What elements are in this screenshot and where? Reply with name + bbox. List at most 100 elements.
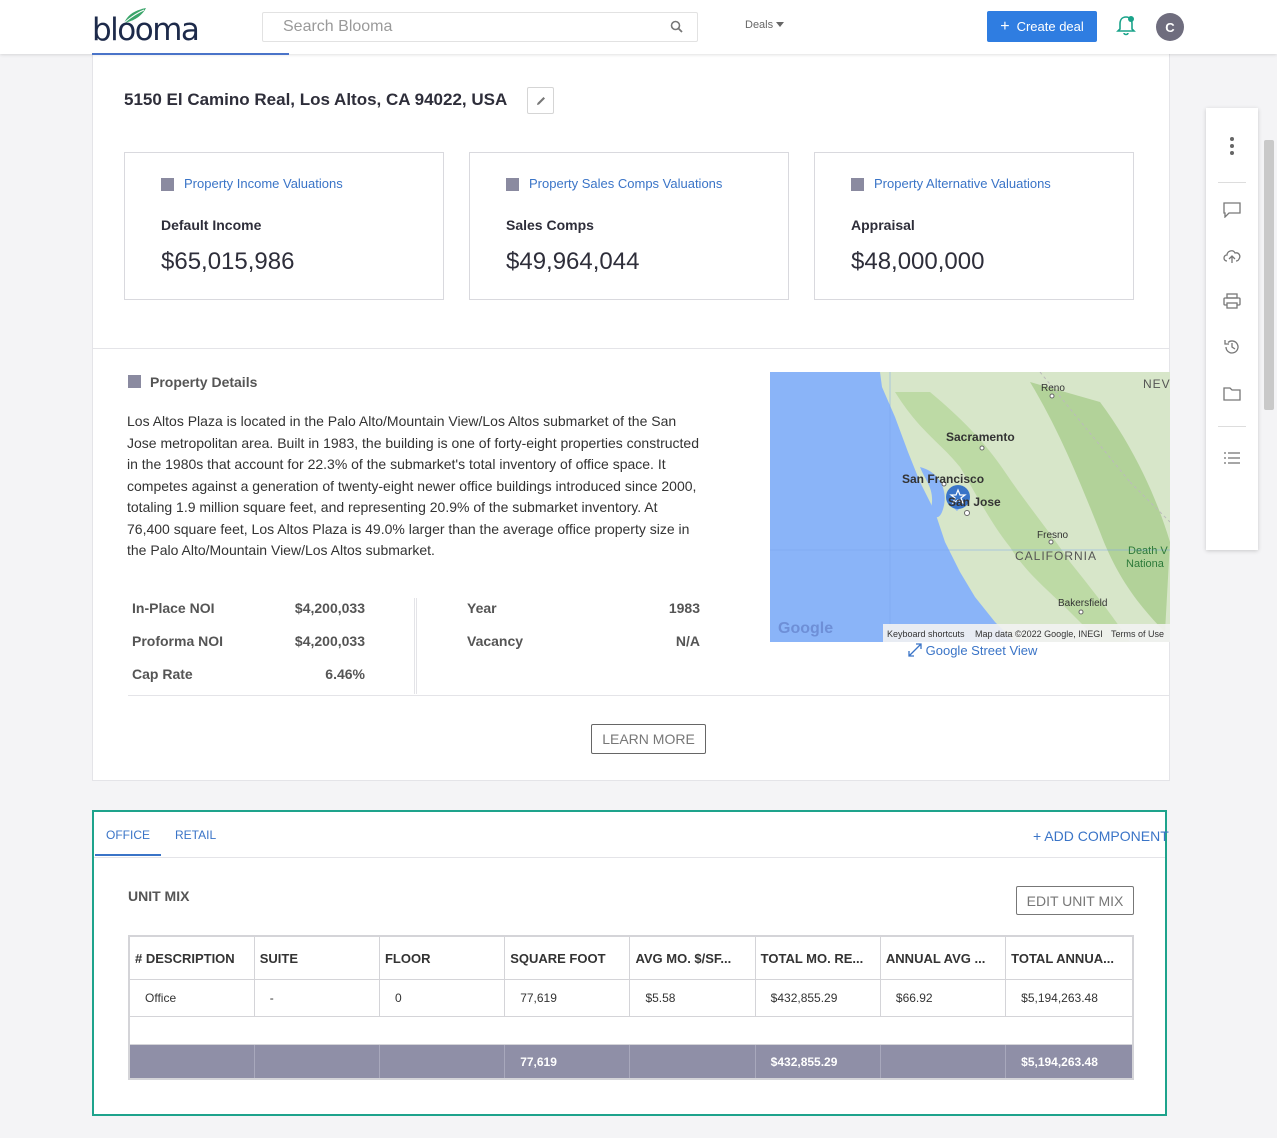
list-icon[interactable]	[1221, 447, 1243, 469]
column-header[interactable]: SQUARE FOOT	[504, 936, 631, 980]
print-icon[interactable]	[1221, 290, 1243, 312]
pencil-icon	[536, 96, 545, 105]
map-label-california: CALIFORNIA	[1015, 549, 1098, 563]
keyboard-shortcuts-link[interactable]: Keyboard shortcuts	[887, 629, 965, 639]
create-deal-label: Create deal	[1016, 19, 1084, 34]
logo-wordmark: blooma	[92, 12, 200, 48]
map-label-san-jose: San Jose	[948, 495, 1001, 509]
column-header[interactable]: FLOOR	[379, 936, 506, 980]
sales-comps-valuation-card: Property Sales Comps Valuations Sales Co…	[469, 152, 789, 300]
map-label-death-valley-2: Nationa	[1126, 558, 1164, 570]
blooma-logo[interactable]: blooma	[92, 6, 200, 48]
valuation-label: Sales Comps	[506, 217, 594, 233]
table-cell: $5,194,263.48	[1005, 979, 1134, 1017]
tabs-divider	[94, 857, 1165, 858]
stats-bottom-divider	[128, 695, 1170, 696]
stat-value: $4,200,033	[294, 600, 365, 616]
table-cell: Office	[129, 979, 255, 1017]
table-empty-cell	[129, 1016, 1133, 1045]
column-header[interactable]: TOTAL MO. RE...	[755, 936, 881, 980]
folder-icon[interactable]	[1221, 382, 1243, 404]
income-valuation-card: Property Income Valuations Default Incom…	[124, 152, 444, 300]
terms-of-use-link[interactable]: Terms of Use	[1111, 629, 1164, 639]
stat-value: 6.46%	[325, 666, 365, 682]
valuation-label: Default Income	[161, 217, 262, 233]
deals-dropdown[interactable]: Deals	[745, 19, 785, 31]
cloud-upload-icon[interactable]	[1221, 245, 1243, 267]
tab-retail[interactable]: RETAIL	[175, 828, 216, 842]
total-cell	[254, 1044, 380, 1080]
column-header[interactable]: TOTAL ANNUA...	[1005, 936, 1134, 980]
google-logo: Google	[778, 620, 834, 637]
sales-comps-valuations-link[interactable]: Property Sales Comps Valuations	[529, 176, 722, 191]
property-description: Los Altos Plaza is located in the Palo A…	[127, 413, 699, 558]
expand-icon	[908, 643, 922, 657]
stat-value: $4,200,033	[294, 633, 365, 649]
map-label-sacramento: Sacramento	[946, 430, 1015, 444]
property-details-title: Property Details	[150, 374, 258, 390]
valuation-square-icon	[506, 178, 519, 191]
edit-address-button[interactable]	[527, 87, 554, 114]
total-cell	[379, 1044, 506, 1080]
bell-icon[interactable]	[1116, 15, 1136, 37]
create-deal-button[interactable]: + Create deal	[987, 11, 1097, 42]
search-input[interactable]	[281, 13, 665, 41]
column-header[interactable]: ANNUAL AVG ...	[880, 936, 1007, 980]
more-options-icon[interactable]	[1221, 135, 1243, 157]
plus-icon: +	[1000, 17, 1010, 35]
map-label-reno: Reno	[1041, 383, 1065, 394]
caret-down-icon	[776, 22, 785, 27]
google-street-view-link[interactable]: Google Street View	[908, 643, 1037, 658]
table-cell: $66.92	[880, 979, 1007, 1017]
map-label-bakersfield: Bakersfield	[1058, 598, 1108, 609]
table-cell: $5.58	[629, 979, 756, 1017]
learn-more-button[interactable]: LEARN MORE	[591, 724, 706, 754]
table-totals-row: 77,619 $432,855.29 $5,194,263.48	[129, 1044, 1134, 1080]
tab-office[interactable]: OFFICE	[106, 828, 150, 842]
search-icon[interactable]	[670, 20, 683, 33]
active-section-indicator	[92, 53, 289, 55]
table-cell: $432,855.29	[755, 979, 881, 1017]
unit-mix-title: UNIT MIX	[128, 888, 190, 904]
column-header[interactable]: AVG MO. $/SF...	[629, 936, 756, 980]
stat-label: In-Place NOI	[132, 600, 215, 616]
alternative-valuations-link[interactable]: Property Alternative Valuations	[874, 176, 1051, 191]
active-tab-indicator	[95, 854, 161, 856]
top-navigation-bar: blooma Deals + Create deal C	[0, 0, 1277, 54]
map-data-attribution: Map data ©2022 Google, INEGI	[975, 629, 1103, 639]
table-cell: 0	[379, 979, 506, 1017]
edit-unit-mix-button[interactable]: EDIT UNIT MIX	[1016, 886, 1134, 915]
stat-value: N/A	[675, 633, 700, 649]
alternative-valuation-card: Property Alternative Valuations Appraisa…	[814, 152, 1134, 300]
total-cell	[880, 1044, 1007, 1080]
stats-column-divider	[414, 598, 417, 694]
valuation-square-icon	[851, 178, 864, 191]
column-header[interactable]: # DESCRIPTION	[129, 936, 255, 980]
deals-label: Deals	[745, 19, 774, 31]
total-cell: $5,194,263.48	[1005, 1044, 1134, 1080]
column-header[interactable]: SUITE	[254, 936, 380, 980]
map-label-nevada: NEV	[1143, 377, 1170, 391]
valuation-amount: $65,015,986	[161, 248, 295, 275]
income-valuations-link[interactable]: Property Income Valuations	[184, 176, 343, 191]
table-cell: 77,619	[504, 979, 631, 1017]
page-scrollbar[interactable]	[1264, 140, 1274, 410]
stat-label: Cap Rate	[132, 666, 193, 682]
search-box[interactable]	[262, 12, 698, 42]
section-divider	[92, 348, 1170, 349]
unit-mix-table: # DESCRIPTION SUITE FLOOR SQUARE FOOT AV…	[128, 935, 1134, 1080]
user-avatar[interactable]: C	[1156, 13, 1184, 41]
add-component-button[interactable]: + ADD COMPONENT	[1033, 828, 1169, 844]
map-label-san-francisco: San Francisco	[902, 472, 985, 486]
street-view-label: Google Street View	[925, 643, 1038, 658]
table-row[interactable]: Office - 0 77,619 $5.58 $432,855.29 $66.…	[129, 979, 1134, 1017]
details-square-icon	[128, 375, 141, 388]
valuation-label: Appraisal	[851, 217, 915, 233]
map-label-fresno: Fresno	[1037, 530, 1069, 541]
comment-icon[interactable]	[1221, 199, 1243, 221]
right-action-toolbar	[1206, 108, 1258, 550]
history-icon[interactable]	[1221, 336, 1243, 358]
property-map[interactable]: Reno NEV Sacramento San Francisco San Jo…	[770, 372, 1170, 642]
table-cell: -	[254, 979, 380, 1017]
stat-label: Proforma NOI	[132, 633, 224, 649]
